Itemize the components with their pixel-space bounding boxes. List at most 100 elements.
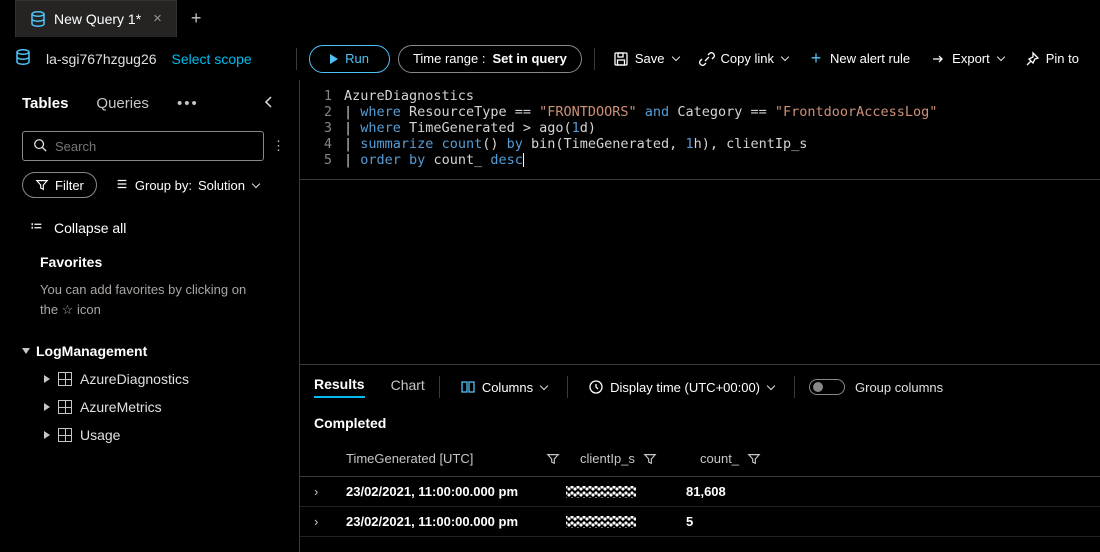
collapse-sidebar-icon[interactable] [261,94,277,113]
select-scope-link[interactable]: Select scope [172,51,252,67]
groupby-icon [115,177,129,194]
columns-button[interactable]: Columns [454,373,553,401]
more-icon[interactable]: ⋮ [272,138,285,154]
cell-time: 23/02/2021, 11:00:00.000 pm [346,514,518,529]
collapse-all-button[interactable]: Collapse all [0,211,299,250]
sidebar: Tables Queries ••• ⋮ Filter Group by: So… [0,80,300,552]
tree-item-azuremetrics[interactable]: AzureMetrics [18,393,289,421]
filter-icon[interactable] [546,452,560,466]
run-button-label: Run [345,51,369,66]
cell-time: 23/02/2021, 11:00:00.000 pm [346,484,518,499]
export-label: Export [952,51,990,66]
divider [594,48,595,70]
collapse-all-icon [30,219,44,236]
results-status: Completed [300,409,1100,441]
search-input[interactable] [22,131,264,161]
pin-button[interactable]: Pin to [1018,45,1085,73]
results-panel: Results Chart Columns Display time (UTC+… [300,365,1100,552]
table-icon [58,400,72,414]
chevron-right-icon [44,375,50,383]
chevron-down-icon [671,53,679,61]
chevron-down-icon [252,179,260,187]
database-icon [15,49,31,68]
grid-row[interactable]: › 23/02/2021, 11:00:00.000 pm 81,608 [300,477,1100,507]
divider [567,376,568,398]
chevron-down-icon [781,53,789,61]
time-range-value: Set in query [492,51,566,66]
tab-tables[interactable]: Tables [22,95,68,112]
tree-group-logmanagement[interactable]: LogManagement [18,337,289,365]
filter-label: Filter [55,178,84,193]
search-field[interactable] [55,139,253,154]
export-button[interactable]: Export [924,45,1010,73]
copy-link-button[interactable]: Copy link [693,45,794,73]
tree-item-usage[interactable]: Usage [18,421,289,449]
chevron-down-icon [997,53,1005,61]
save-button[interactable]: Save [607,45,685,73]
plus-icon: + [808,51,824,67]
add-tab-button[interactable]: + [191,8,202,29]
cell-ip-redacted [566,486,636,498]
tree-item-azurediagnostics[interactable]: AzureDiagnostics [18,365,289,393]
query-tab[interactable]: New Query 1* × [15,0,177,37]
chevron-down-icon [767,381,775,389]
cell-count: 5 [686,514,693,529]
column-time[interactable]: TimeGenerated [UTC] [346,451,473,466]
favorites-header: Favorites [18,250,289,276]
tab-chart[interactable]: Chart [391,377,425,397]
divider [296,48,297,70]
new-alert-button[interactable]: + New alert rule [802,45,916,73]
close-icon[interactable]: × [153,10,162,27]
pin-label: Pin to [1046,51,1079,66]
expand-row-icon[interactable]: › [314,514,346,529]
run-button[interactable]: Run [309,45,390,73]
tree-item-label: Usage [80,427,120,443]
tab-strip: New Query 1* × + [0,0,1100,37]
grid-header: TimeGenerated [UTC] clientIp_s count_ [300,441,1100,477]
column-ip[interactable]: clientIp_s [580,451,635,466]
filter-icon[interactable] [747,452,761,466]
results-grid: TimeGenerated [UTC] clientIp_s count_ › [300,441,1100,552]
filter-button[interactable]: Filter [22,172,97,198]
pin-icon [1024,51,1040,67]
divider [794,376,795,398]
columns-label: Columns [482,380,533,395]
table-icon [58,428,72,442]
play-icon [330,54,338,64]
expand-row-icon[interactable]: › [314,484,346,499]
workspace-name: la-sgi767hzgug26 [46,51,157,67]
more-icon[interactable]: ••• [177,95,199,112]
time-range-button[interactable]: Time range : Set in query [398,45,582,73]
filter-icon [35,178,49,192]
column-count[interactable]: count_ [700,451,739,466]
tree-group-label: LogManagement [36,343,147,359]
groupby-value: Solution [198,178,245,193]
tab-queries[interactable]: Queries [96,95,149,112]
chevron-down-icon [540,381,548,389]
group-columns-toggle[interactable] [809,379,845,395]
clock-icon [588,379,604,395]
time-range-label: Time range : [413,51,486,66]
cell-count: 81,608 [686,484,726,499]
editor-area: 1 2 3 4 5 AzureDiagnostics| where Resour… [300,80,1100,552]
display-time-button[interactable]: Display time (UTC+00:00) [582,373,780,401]
code-editor[interactable]: 1 2 3 4 5 AzureDiagnostics| where Resour… [300,80,1100,180]
tab-results[interactable]: Results [314,376,365,398]
favorites-empty-text: You can add favorites by clicking on the… [18,276,289,337]
editor-spacer [300,180,1100,365]
copy-link-label: Copy link [721,51,774,66]
columns-icon [460,379,476,395]
code-body[interactable]: AzureDiagnostics| where ResourceType == … [344,88,1100,171]
save-label: Save [635,51,665,66]
chevron-down-icon [22,348,30,354]
link-icon [699,51,715,67]
database-icon [30,11,46,27]
groupby-button[interactable]: Group by: Solution [109,171,265,199]
collapse-all-label: Collapse all [54,220,126,236]
scope-bar: la-sgi767hzgug26 Select scope Run Time r… [0,37,1100,80]
tree-item-label: AzureMetrics [80,399,162,415]
grid-row[interactable]: › 23/02/2021, 11:00:00.000 pm 5 [300,507,1100,537]
chevron-right-icon [44,431,50,439]
filter-icon[interactable] [643,452,657,466]
group-columns-label: Group columns [855,380,943,395]
